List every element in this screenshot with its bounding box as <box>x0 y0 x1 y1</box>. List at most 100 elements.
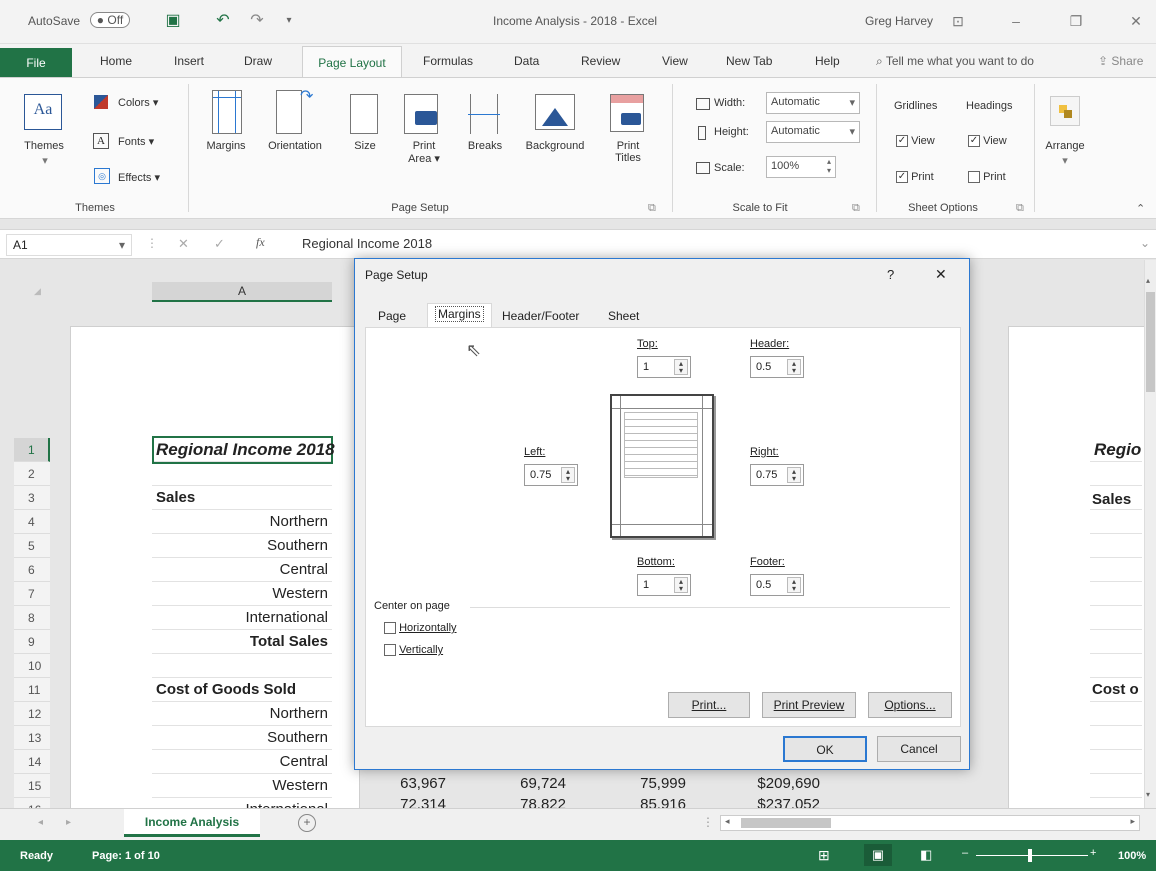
cell-a[interactable]: Western <box>156 774 328 798</box>
help-icon[interactable]: ? <box>887 267 894 282</box>
cell-row16-c3[interactable]: 85,916 <box>626 793 686 808</box>
gridlines-print-checkbox[interactable]: ✓ Print <box>896 171 934 184</box>
tell-me-box[interactable]: ⌕ Tell me what you want to do <box>876 54 1034 69</box>
cell-a[interactable]: Northern <box>156 510 328 534</box>
add-sheet-icon[interactable]: + <box>298 814 316 832</box>
cell-row16-c1[interactable]: 72,314 <box>390 793 446 808</box>
size-button-label[interactable]: Size <box>350 140 380 152</box>
row-header[interactable]: 6 <box>14 558 50 582</box>
close-window-icon[interactable]: ✕ <box>1124 10 1148 32</box>
customize-qat-icon[interactable]: ▾ <box>280 12 298 30</box>
tab-new-tab[interactable]: New Tab <box>726 54 772 68</box>
cell-a[interactable]: Northern <box>156 702 328 726</box>
select-all-icon[interactable]: ◢ <box>34 286 41 297</box>
row-header[interactable]: 5 <box>14 534 50 558</box>
effects-button[interactable]: Effects ▾ <box>118 171 160 184</box>
page-setup-launcher-icon[interactable]: ⧉ <box>648 202 656 215</box>
arrange-icon[interactable] <box>1050 96 1080 126</box>
cancel-icon[interactable]: ✕ <box>178 236 189 252</box>
row-header[interactable]: 14 <box>14 750 50 774</box>
row-header[interactable]: 15 <box>14 774 50 798</box>
minimize-icon[interactable]: – <box>1004 10 1028 32</box>
spin-arrows-icon[interactable]: ▴ ▾ <box>674 359 688 375</box>
print-titles-icon[interactable] <box>610 94 644 132</box>
headings-print-checkbox[interactable]: Print <box>968 171 1006 184</box>
row-header[interactable]: 4 <box>14 510 50 534</box>
header-spinner[interactable]: 0.5 ▴ ▾ <box>750 356 804 378</box>
scroll-left-icon[interactable]: ◂ <box>725 816 730 827</box>
tab-home[interactable]: Home <box>100 54 132 68</box>
colors-button[interactable]: Colors ▾ <box>118 96 158 109</box>
enter-icon[interactable]: ✓ <box>214 236 225 252</box>
cell-a[interactable]: Cost of Goods Sold <box>156 678 336 702</box>
row-header[interactable]: 8 <box>14 606 50 630</box>
sheet-tab-income-analysis[interactable]: Income Analysis <box>124 809 260 837</box>
footer-spinner[interactable]: 0.5 ▴ ▾ <box>750 574 804 596</box>
tab-page-layout[interactable]: Page Layout <box>302 46 402 79</box>
cell-row16-c4[interactable]: $237,052 <box>730 793 820 808</box>
right-spinner[interactable]: 0.75 ▴ ▾ <box>750 464 804 486</box>
cancel-button[interactable]: Cancel <box>877 736 961 762</box>
breaks-icon[interactable] <box>468 94 500 134</box>
cell-a[interactable]: Southern <box>156 726 328 750</box>
tab-data[interactable]: Data <box>514 54 539 68</box>
cell-a[interactable]: Central <box>156 750 328 774</box>
scroll-thumb[interactable] <box>1146 292 1155 392</box>
tab-review[interactable]: Review <box>581 54 620 68</box>
tab-sheet[interactable]: Sheet <box>601 306 646 328</box>
redo-icon[interactable]: ↷ <box>248 12 266 30</box>
zoom-out-icon[interactable]: – <box>962 847 968 859</box>
tab-split-icon[interactable]: ⋮ <box>702 815 714 829</box>
spin-arrows-icon[interactable]: ▴ ▾ <box>561 467 575 483</box>
zoom-slider-thumb[interactable] <box>1028 849 1032 862</box>
print-titles-button-label[interactable]: Print Titles <box>608 140 648 164</box>
autosave-toggle[interactable]: ● Off <box>90 12 130 28</box>
spin-arrows-icon[interactable]: ▴ ▾ <box>787 359 801 375</box>
prev-sheet-icon[interactable]: ◂ <box>38 817 43 828</box>
print-area-button-label[interactable]: Print Area ▾ <box>404 140 444 165</box>
scroll-down-icon[interactable]: ▾ <box>1146 790 1150 799</box>
cell-a[interactable]: Southern <box>156 534 328 558</box>
expand-formula-icon[interactable]: ⌄ <box>1140 236 1150 250</box>
vertically-checkbox[interactable]: Vertically <box>384 644 443 657</box>
cell-a[interactable]: Western <box>156 582 328 606</box>
tab-file[interactable]: File <box>0 48 72 78</box>
share-button[interactable]: ⇪ Share <box>1098 54 1143 68</box>
margins-button-label[interactable]: Margins <box>200 140 252 152</box>
background-icon[interactable] <box>535 94 575 130</box>
row-header[interactable]: 9 <box>14 630 50 654</box>
left-spinner[interactable]: 0.75 ▴ ▾ <box>524 464 578 486</box>
page-layout-view-icon[interactable]: ▣ <box>864 844 892 866</box>
row-header[interactable]: 3 <box>14 486 50 510</box>
tab-margins[interactable]: Margins <box>427 303 492 327</box>
collapse-ribbon-icon[interactable]: ⌃ <box>1136 202 1145 215</box>
tab-draw[interactable]: Draw <box>244 54 272 68</box>
close-icon[interactable]: ✕ <box>935 266 947 283</box>
scale-launcher-icon[interactable]: ⧉ <box>852 202 860 215</box>
formula-content[interactable]: Regional Income 2018 <box>302 236 432 251</box>
gridlines-view-checkbox[interactable]: ✓ View <box>896 135 935 148</box>
user-name[interactable]: Greg Harvey <box>865 14 933 28</box>
column-header-a[interactable]: A <box>152 282 332 302</box>
tab-header-footer[interactable]: Header/Footer <box>495 306 586 328</box>
horizontally-checkbox[interactable]: Horizontally <box>384 622 457 635</box>
height-dropdown[interactable]: Automatic ▾ <box>766 121 860 143</box>
row-header[interactable]: 13 <box>14 726 50 750</box>
themes-icon[interactable]: Aa <box>24 94 62 130</box>
top-spinner[interactable]: 1 ▴ ▾ <box>637 356 691 378</box>
name-box[interactable]: A1 ▾ <box>6 234 132 256</box>
options-button[interactable]: Options... <box>868 692 952 718</box>
row-header[interactable]: 1 <box>14 438 50 462</box>
tab-help[interactable]: Help <box>815 54 840 68</box>
row-header[interactable]: 11 <box>14 678 50 702</box>
save-icon[interactable]: ▣ <box>164 12 182 30</box>
spin-arrows-icon[interactable]: ▴ ▾ <box>787 577 801 593</box>
scroll-right-icon[interactable]: ▸ <box>1130 816 1135 827</box>
cell-row16-c2[interactable]: 78,822 <box>506 793 566 808</box>
print-area-icon[interactable] <box>404 94 438 134</box>
h-scroll-thumb[interactable] <box>741 818 831 828</box>
right-page-cogs[interactable]: Cost o <box>1092 678 1139 702</box>
size-icon[interactable] <box>350 94 378 134</box>
spin-arrows-icon[interactable]: ▴ ▾ <box>674 577 688 593</box>
cell-a[interactable]: Regional Income 2018 <box>156 438 366 462</box>
